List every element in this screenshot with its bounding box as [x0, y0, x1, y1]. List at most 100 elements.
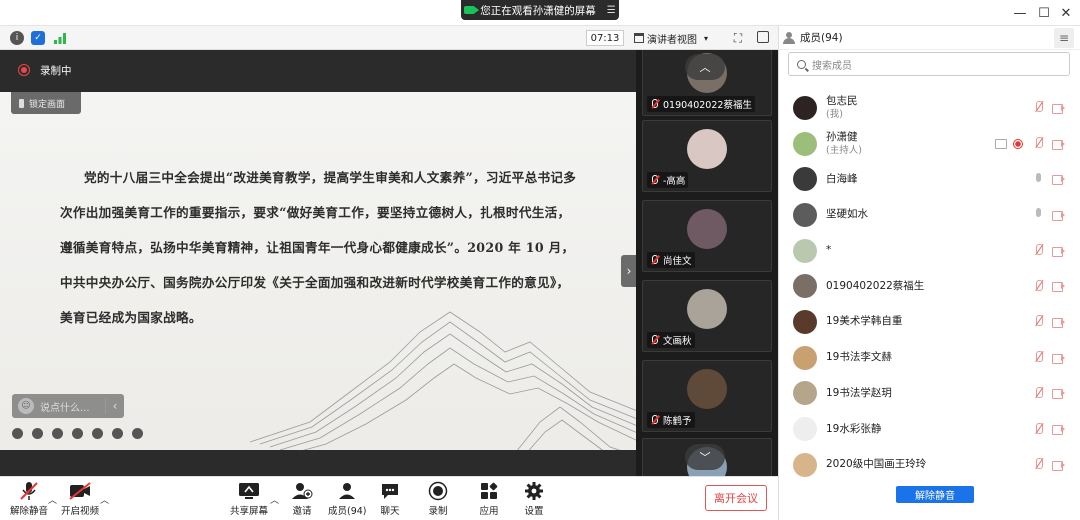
member-row[interactable]: 白海峰 — [779, 161, 1080, 197]
video-off-icon[interactable] — [1052, 424, 1066, 436]
shared-screen-stage: 录制中 锁定画面 党的十八届三中全会提出“改进美育教学，提高学生审美和人文素养”… — [0, 50, 636, 476]
record-icon — [428, 481, 448, 501]
caret-up-icon[interactable]: ︿ — [48, 493, 57, 506]
info-icon[interactable]: i — [10, 31, 24, 45]
video-tile[interactable]: 陈鹤予 — [642, 360, 772, 432]
mic-muted-icon[interactable] — [1033, 315, 1044, 328]
video-off-icon[interactable] — [1052, 317, 1066, 328]
video-off-icon[interactable] — [1052, 210, 1066, 221]
panel-header: 成员(94) ≡ — [779, 26, 1080, 50]
video-off-icon[interactable] — [1052, 246, 1066, 257]
mic-icon[interactable] — [1033, 208, 1044, 221]
unmute-all-button[interactable]: 解除静音 — [896, 486, 974, 503]
video-tile[interactable]: -高高 — [642, 120, 772, 192]
member-row[interactable]: 19美术学韩自重 — [779, 304, 1080, 340]
mic-muted-icon[interactable] — [1033, 279, 1044, 293]
mic-muted-icon[interactable] — [1033, 386, 1044, 400]
video-off-icon[interactable] — [1052, 388, 1066, 400]
meeting-window: 您正在观看孙潇健的屏幕 ☰ — ☐ ✕ i ✓ 07:13 演讲者视图 ▾ ⛶ … — [0, 0, 1080, 520]
member-row[interactable]: 孙潇健 (主持人) — [779, 126, 1080, 162]
member-row[interactable]: 0190402022蔡福生 — [779, 268, 1080, 304]
mic-icon[interactable] — [1033, 172, 1044, 186]
play-icon[interactable] — [32, 428, 43, 439]
video-icon — [464, 6, 480, 14]
add-user-icon — [291, 481, 313, 501]
avatar — [793, 202, 817, 227]
prev-icon[interactable] — [12, 428, 23, 439]
video-off-icon[interactable] — [1052, 460, 1066, 471]
avatar — [687, 369, 727, 409]
member-row[interactable]: 包志民 (我) — [779, 90, 1080, 126]
mic-muted-icon[interactable] — [1033, 351, 1044, 364]
member-text: 19水彩张静 — [826, 423, 881, 436]
mic-muted-icon[interactable] — [1033, 458, 1044, 471]
chat-button[interactable]: 聊天 — [380, 481, 400, 517]
scroll-up-icon[interactable]: ︿ — [685, 54, 725, 80]
start-video-label: 开启视频 — [61, 506, 100, 517]
mic-muted-icon[interactable] — [1033, 422, 1044, 436]
mic-muted-icon[interactable] — [1033, 101, 1044, 114]
member-row[interactable]: 19书法学赵玥 — [779, 376, 1080, 412]
unmute-button[interactable]: 解除静音 — [10, 481, 48, 517]
apps-button[interactable]: 应用 — [479, 481, 499, 517]
close-icon[interactable]: ✕ — [1058, 5, 1074, 21]
emoji-icon[interactable]: ☺ — [18, 398, 34, 414]
mic-muted-icon — [650, 175, 659, 185]
scroll-down-icon[interactable]: ﹀ — [685, 444, 725, 470]
minimize-icon[interactable]: — — [1012, 5, 1028, 21]
start-video-button[interactable]: 开启视频 — [61, 481, 99, 517]
leave-meeting-button[interactable]: 离开会议 — [705, 485, 767, 511]
members-button[interactable]: 成员(94) — [328, 481, 367, 517]
video-strip: 0190402022蔡福生 -高高 尚佳文 文画秋 陈鹤予 — [636, 50, 778, 476]
video-off-icon[interactable] — [1052, 281, 1066, 293]
member-row[interactable]: 2020级中国画王玲玲 — [779, 447, 1080, 483]
mic-muted-icon[interactable] — [1033, 244, 1044, 257]
member-row[interactable]: 19水彩张静 — [779, 411, 1080, 447]
tile-name: 0190402022蔡福生 — [647, 96, 755, 112]
video-off-icon[interactable] — [1052, 353, 1066, 364]
shield-icon[interactable]: ✓ — [31, 31, 45, 45]
member-text: 19美术学韩自重 — [826, 315, 902, 328]
caret-up-icon[interactable]: ︿ — [270, 493, 279, 506]
tile-name-text: 陈鹤予 — [663, 416, 692, 427]
menu-icon[interactable]: ≡ — [1054, 28, 1074, 48]
members-icon — [336, 481, 358, 501]
menu-icon[interactable]: ☰ — [607, 5, 616, 16]
avatar — [793, 274, 817, 299]
chevron-left-icon[interactable]: ‹ — [106, 399, 124, 413]
caret-up-icon[interactable]: ︿ — [100, 493, 109, 506]
settings-button[interactable]: 设置 — [524, 481, 544, 517]
screen-share-notice[interactable]: 您正在观看孙潇健的屏幕 ☰ — [461, 0, 619, 20]
mic-muted-icon[interactable] — [1033, 137, 1044, 150]
settings-label: 设置 — [524, 506, 544, 517]
video-off-icon[interactable] — [1052, 174, 1066, 186]
video-off-icon[interactable] — [1052, 103, 1066, 114]
record-label: 录制 — [428, 506, 448, 517]
invite-button[interactable]: 邀请 — [291, 481, 313, 517]
member-row[interactable]: 19书法李文赫 — [779, 340, 1080, 376]
fullscreen-icon[interactable]: ⛶ — [731, 31, 745, 45]
video-off-icon[interactable] — [1052, 139, 1066, 150]
video-tile[interactable]: 文画秋 — [642, 280, 772, 352]
panel-title: 成员(94) — [800, 32, 843, 44]
camera-icon[interactable] — [92, 428, 103, 439]
caption-icon[interactable] — [112, 428, 123, 439]
tile-name: -高高 — [647, 172, 689, 188]
avatar — [793, 381, 817, 406]
chat-quick-input[interactable]: ☺ 说点什么... ‹ — [12, 394, 124, 418]
record-button[interactable]: 录制 — [428, 481, 448, 517]
edit-icon[interactable] — [72, 428, 83, 439]
share-screen-button[interactable]: 共享屏幕 — [230, 481, 268, 517]
member-search-input[interactable]: 搜索成员 — [788, 52, 1070, 76]
signal-icon[interactable] — [53, 31, 67, 45]
video-tile[interactable]: 尚佳文 — [642, 200, 772, 272]
maximize-icon[interactable]: ☐ — [1036, 5, 1052, 21]
view-mode-button[interactable]: 演讲者视图 ▾ — [634, 30, 720, 46]
pen-icon[interactable] — [52, 428, 63, 439]
member-row[interactable]: 坚硬如水 — [779, 197, 1080, 233]
sidebar-toggle-icon[interactable] — [757, 31, 769, 43]
collapse-strip-button[interactable]: › — [621, 255, 637, 287]
member-row[interactable]: * — [779, 233, 1080, 269]
more-icon[interactable] — [132, 428, 143, 439]
lock-view-button[interactable]: 锁定画面 — [11, 92, 81, 114]
